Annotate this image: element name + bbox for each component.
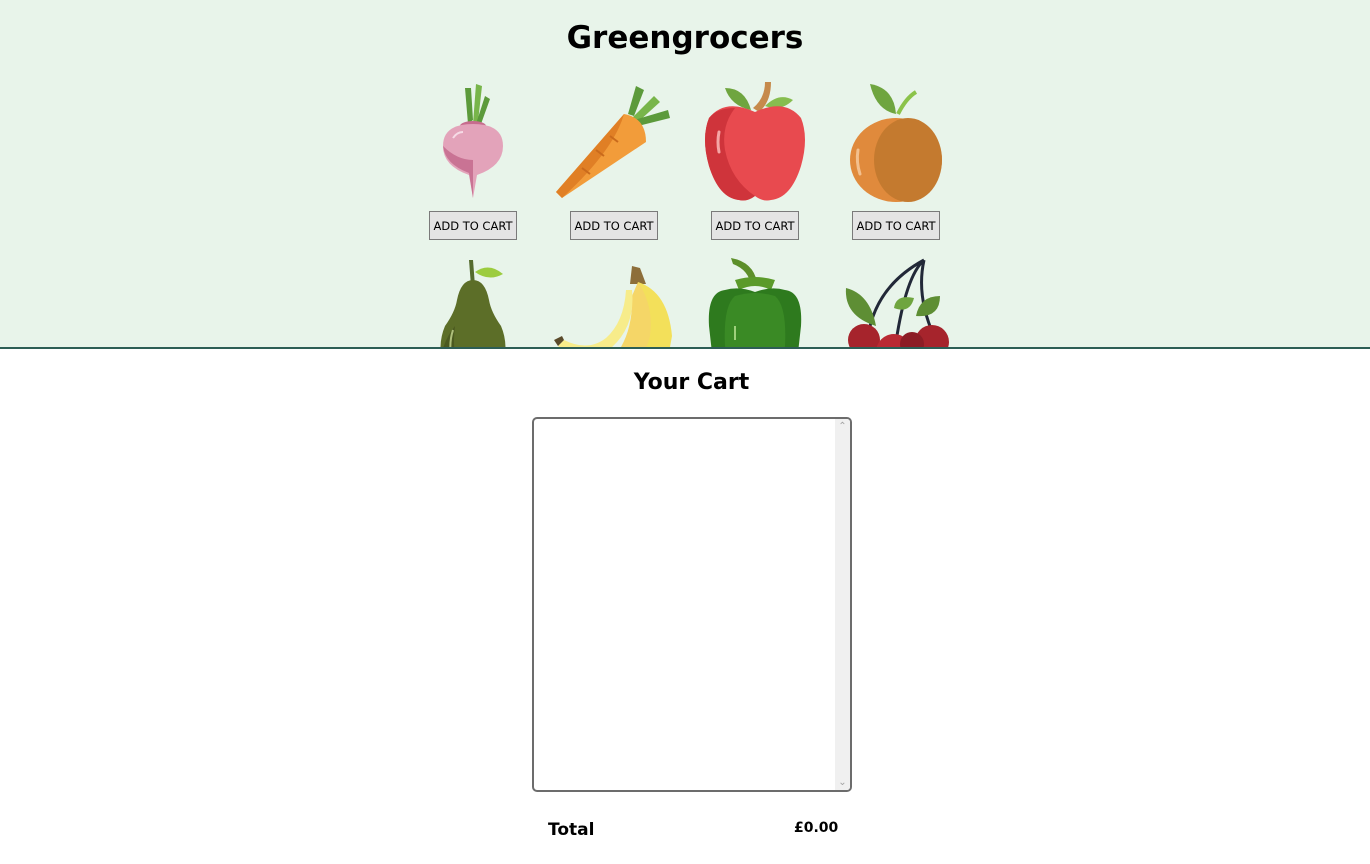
bell-pepper-icon — [708, 258, 802, 347]
add-to-cart-button-beetroot[interactable]: ADD TO CART — [429, 211, 517, 240]
avocado-icon — [440, 260, 506, 347]
apricot-icon — [850, 84, 942, 202]
store-item-bell-pepper — [695, 256, 815, 347]
store-title: Greengrocers — [566, 20, 804, 56]
beetroot-icon — [443, 84, 503, 198]
carrot-icon — [556, 86, 670, 198]
add-to-cart-button-apple[interactable]: ADD TO CART — [711, 211, 799, 240]
add-to-cart-button-apricot[interactable]: ADD TO CART — [852, 211, 940, 240]
cart-scrollbar[interactable]: ⌃ ⌄ — [835, 419, 850, 790]
store-header: Greengrocers ADD TO CART ADD TO CART ADD… — [0, 0, 1370, 349]
cart-title: Your Cart — [633, 370, 750, 395]
berry-icon — [845, 258, 949, 347]
cart-total-label: Total — [548, 820, 595, 840]
scroll-down-icon[interactable]: ⌄ — [835, 775, 850, 790]
store-item-avocado — [413, 256, 533, 347]
apple-icon — [705, 82, 805, 201]
store-item-bananas — [554, 256, 674, 347]
cart-items-list[interactable]: ⌃ ⌄ — [532, 417, 852, 792]
scroll-up-icon[interactable]: ⌃ — [835, 419, 850, 434]
bananas-icon — [554, 266, 672, 347]
store-item-berry — [836, 256, 956, 347]
cart-total-value: £0.00 — [794, 820, 839, 836]
add-to-cart-button-carrot[interactable]: ADD TO CART — [570, 211, 658, 240]
